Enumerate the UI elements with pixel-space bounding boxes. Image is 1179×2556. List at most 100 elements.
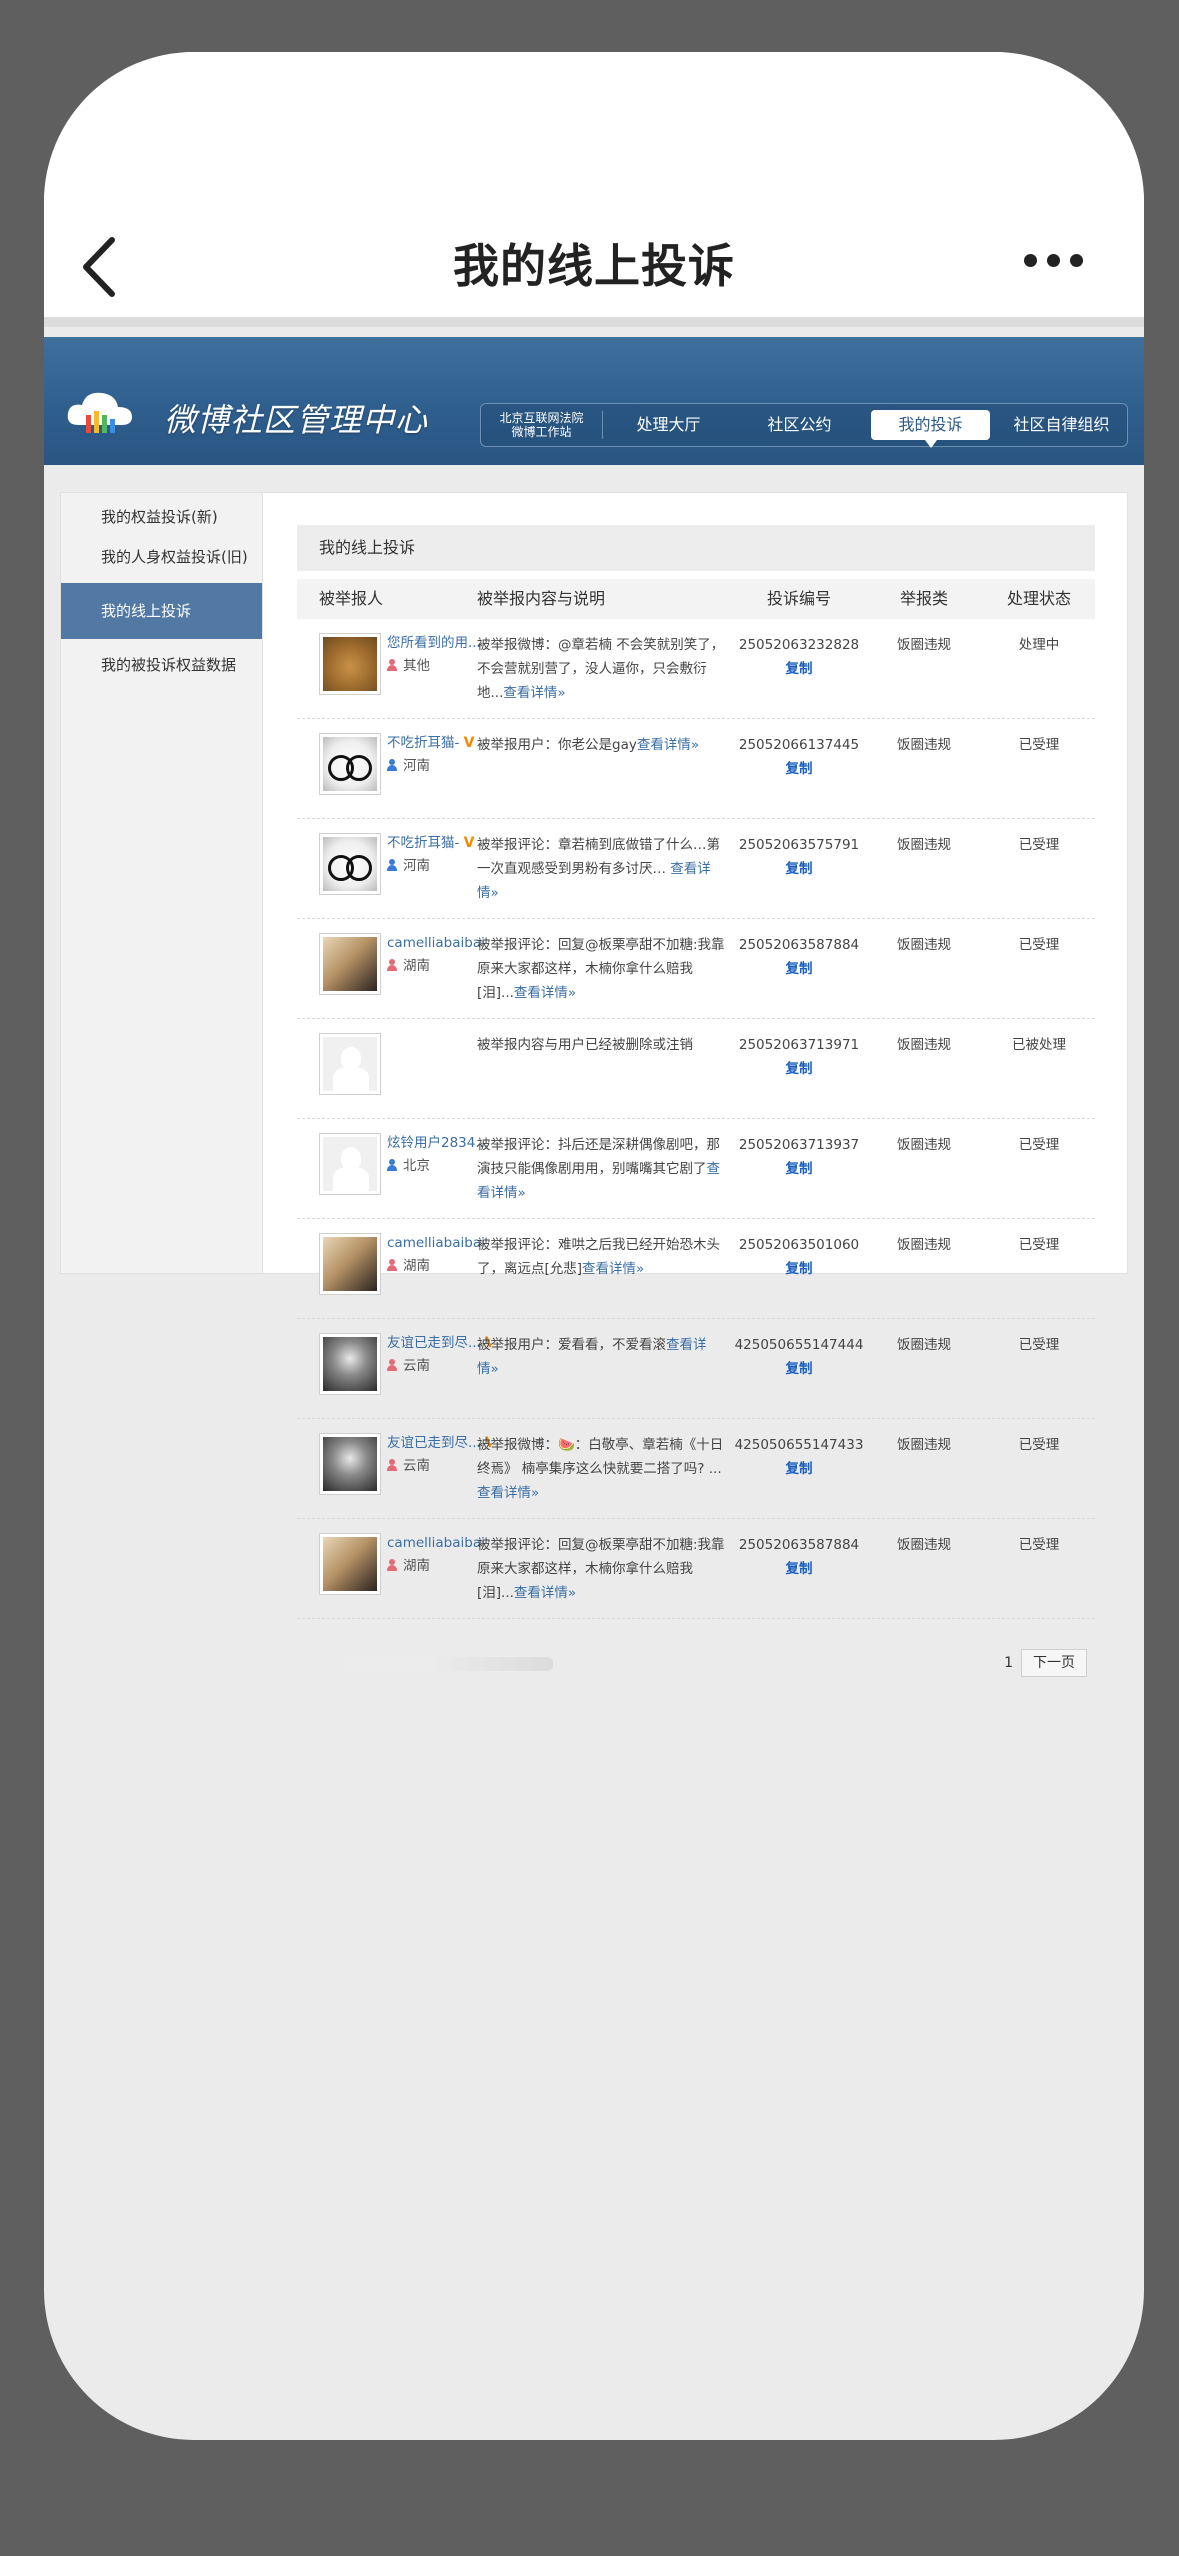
view-details-link[interactable]: 查看详情»	[477, 1485, 539, 1501]
female-user-icon	[387, 1259, 397, 1271]
reported-user-name[interactable]: 不吃折耳猫- V	[387, 733, 477, 753]
view-details-link[interactable]: 查看详情»	[582, 1261, 644, 1277]
complaint-id-cell: 425050655147444 复制	[733, 1333, 865, 1418]
user-name-text[interactable]: camelliabaibai	[387, 1535, 485, 1551]
sidebar-item-online-complaints[interactable]: 我的线上投诉	[61, 583, 262, 639]
location-text: 其他	[403, 658, 430, 674]
nav-item-self-discipline[interactable]: 社区自律组织	[1002, 410, 1121, 440]
copy-id-link[interactable]: 复制	[733, 857, 865, 881]
reported-user-name[interactable]: 炫铃用户2834...	[387, 1133, 488, 1153]
user-info: 炫铃用户2834... 北京	[387, 1133, 488, 1218]
complaint-content-cell: 被举报评论：难哄之后我已经开始恐木头了，离远点[允悲]查看详情»	[477, 1233, 733, 1318]
table-row: 炫铃用户2834... 北京 被举报评论：抖后还是深耕偶像剧吧，那演技只能偶像剧用用…	[297, 1119, 1095, 1219]
status-cell: 已受理	[1018, 937, 1060, 953]
location-text: 湖南	[403, 1558, 430, 1574]
copy-id-link[interactable]: 复制	[733, 1157, 865, 1181]
avatar[interactable]	[319, 1233, 381, 1295]
more-options-icon[interactable]	[1024, 252, 1104, 282]
complaint-id-cell: 25052063575791 复制	[733, 833, 865, 918]
status-cell: 已受理	[1018, 1137, 1060, 1153]
location-text: 河南	[403, 758, 430, 774]
avatar[interactable]	[319, 1333, 381, 1395]
complaint-id: 25052063575791	[738, 837, 860, 853]
copy-id-link[interactable]: 复制	[733, 1257, 865, 1281]
section-title: 我的线上投诉	[297, 525, 1095, 571]
table-row: 不吃折耳猫- V 河南 被举报用户：你老公是gay查看详情» 250520661374…	[297, 719, 1095, 819]
complaint-id: 25052063587884	[738, 1537, 860, 1553]
status-cell: 已被处理	[1012, 1037, 1066, 1053]
status-cell: 已受理	[1018, 1437, 1060, 1453]
report-type-cell: 饭圈违规	[897, 1337, 951, 1353]
user-info: 不吃折耳猫- V 河南	[387, 733, 477, 818]
page-number[interactable]: 1	[1004, 1655, 1013, 1671]
copy-id-link[interactable]: 复制	[733, 757, 865, 781]
sidebar-item-complained-data[interactable]: 我的被投诉权益数据	[61, 645, 262, 685]
complaint-id: 425050655147444	[734, 1337, 864, 1353]
complaint-id-cell: 25052063713971 复制	[733, 1033, 865, 1118]
user-info: camelliabaibai 湖南	[387, 933, 485, 1018]
next-page-button[interactable]: 下一页	[1021, 1649, 1087, 1677]
reported-user-name[interactable]: camelliabaibai	[387, 1233, 485, 1253]
location-text: 河南	[403, 858, 430, 874]
reported-user-name[interactable]: camelliabaibai	[387, 933, 485, 953]
user-name-text[interactable]: 友谊已走到尽...	[387, 1435, 481, 1451]
sidebar-item-personal-rights-old[interactable]: 我的人身权益投诉(旧)	[61, 537, 262, 577]
report-type-cell: 饭圈违规	[897, 1137, 951, 1153]
view-details-link[interactable]: 查看详情»	[514, 985, 576, 1001]
reported-user-cell: camelliabaibai 湖南	[297, 933, 485, 1018]
page-title: 我的线上投诉	[453, 239, 735, 293]
copy-id-link[interactable]: 复制	[733, 1457, 865, 1481]
user-name-text[interactable]: 不吃折耳猫-	[387, 835, 459, 851]
verified-v-icon: V	[463, 735, 475, 751]
user-name-text[interactable]: camelliabaibai	[387, 935, 485, 951]
user-location: 云南	[387, 1353, 491, 1379]
user-name-text[interactable]: camelliabaibai	[387, 1235, 485, 1251]
reported-user-name[interactable]: 友谊已走到尽... V	[387, 1433, 491, 1453]
reported-user-name[interactable]: 不吃折耳猫- V	[387, 833, 477, 853]
avatar[interactable]	[319, 633, 381, 695]
copy-id-link[interactable]: 复制	[733, 1057, 865, 1081]
reported-user-name[interactable]: 友谊已走到尽... V	[387, 1333, 491, 1353]
complaint-id-cell: 425050655147433 复制	[733, 1433, 865, 1518]
nav-item-convention[interactable]: 社区公约	[740, 410, 859, 440]
table-footer: 1 下一页	[297, 1619, 1095, 1689]
avatar[interactable]	[319, 1133, 381, 1195]
avatar[interactable]	[319, 933, 381, 995]
copy-id-link[interactable]: 复制	[733, 957, 865, 981]
user-name-text[interactable]: 炫铃用户2834...	[387, 1135, 488, 1151]
copy-id-link[interactable]: 复制	[733, 657, 865, 681]
table-row: camelliabaibai 湖南 被举报评论：回复@板栗亭甜不加糖:我靠原来大家都…	[297, 919, 1095, 1019]
top-nav: 北京互联网法院 微博工作站 处理大厅 社区公约 我的投诉 社区自律组织	[480, 403, 1128, 448]
user-name-text[interactable]: 您所看到的用...	[387, 635, 481, 651]
cloud-logo-icon	[64, 385, 136, 439]
avatar[interactable]	[319, 833, 381, 895]
avatar[interactable]	[319, 1033, 381, 1095]
copy-id-link[interactable]: 复制	[733, 1557, 865, 1581]
view-details-link[interactable]: 查看详情»	[514, 1585, 576, 1601]
complaint-id: 25052063713937	[738, 1137, 860, 1153]
location-text: 云南	[403, 1458, 430, 1474]
user-name-text[interactable]: 友谊已走到尽...	[387, 1335, 481, 1351]
copy-id-link[interactable]: 复制	[733, 1357, 865, 1381]
court-station-link[interactable]: 北京互联网法院 微博工作站	[481, 411, 603, 439]
avatar[interactable]	[319, 733, 381, 795]
male-user-icon	[387, 859, 397, 871]
user-location: 河南	[387, 853, 477, 879]
user-name-text[interactable]: 不吃折耳猫-	[387, 735, 459, 751]
table-header: 被举报人 被举报内容与说明 投诉编号 举报类 处理状态	[297, 579, 1095, 619]
view-details-link[interactable]: 查看详情»	[637, 737, 699, 753]
nav-item-my-complaints[interactable]: 我的投诉	[871, 410, 990, 448]
avatar[interactable]	[319, 1433, 381, 1495]
male-user-icon	[387, 759, 397, 771]
reported-user-name[interactable]: camelliabaibai	[387, 1533, 485, 1553]
reported-user-cell: 炫铃用户2834... 北京	[297, 1133, 488, 1218]
nav-item-hall[interactable]: 处理大厅	[609, 410, 728, 440]
avatar[interactable]	[319, 1533, 381, 1595]
view-details-link[interactable]: 查看详情»	[503, 685, 565, 701]
reported-user-cell: 不吃折耳猫- V 河南	[297, 733, 477, 818]
reported-user-cell: 不吃折耳猫- V 河南	[297, 833, 477, 918]
reported-user-name[interactable]: 您所看到的用...	[387, 633, 481, 653]
column-header-id: 投诉编号	[766, 589, 831, 608]
report-type-cell: 饭圈违规	[897, 1537, 951, 1553]
sidebar-item-rights-new[interactable]: 我的权益投诉(新)	[61, 497, 262, 537]
